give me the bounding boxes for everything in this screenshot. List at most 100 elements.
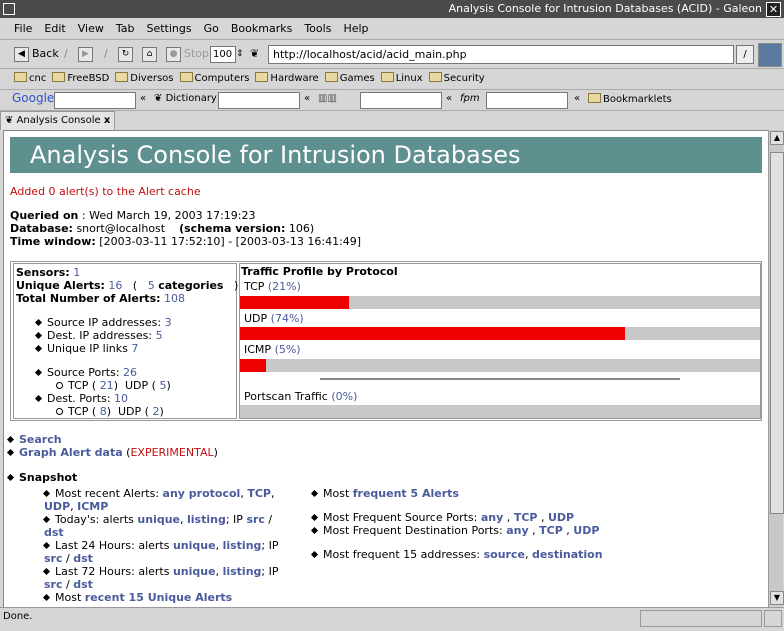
google-search-input[interactable] <box>54 92 136 109</box>
zoom-stepper-icon[interactable]: ⇕ <box>236 46 244 62</box>
tcp-percent-link[interactable]: (21%) <box>268 280 301 293</box>
menu-bookmarks[interactable]: Bookmarks <box>225 19 298 35</box>
forward-button[interactable]: ▶ <box>78 46 96 62</box>
freq-dst-any-link[interactable]: any <box>506 524 528 537</box>
src-ports-link[interactable]: 26 <box>123 366 137 379</box>
portscan-traffic-bar <box>240 405 760 418</box>
search-link[interactable]: Search <box>19 433 62 446</box>
src-ip-link[interactable]: 3 <box>165 316 172 329</box>
src-udp-link[interactable]: 5 <box>159 379 166 392</box>
menu-file[interactable]: File <box>0 19 38 35</box>
freq-src-tcp-link[interactable]: TCP <box>514 511 538 524</box>
freq15-source-link[interactable]: source <box>484 548 525 561</box>
search-input-3[interactable] <box>360 92 442 109</box>
freq-src-any-link[interactable]: any <box>481 511 503 524</box>
menu-help[interactable]: Help <box>337 19 374 35</box>
bullet-icon <box>310 489 319 498</box>
tab-analysis-console[interactable]: ❦ Analysis Console x <box>0 111 116 130</box>
scroll-thumb[interactable] <box>770 152 784 514</box>
bullet-icon <box>42 489 51 498</box>
home-button[interactable]: ⌂ <box>142 46 160 62</box>
chevron-icon[interactable]: « <box>574 93 580 104</box>
recent-tcp-link[interactable]: TCP <box>247 487 271 500</box>
bookmarklets-folder[interactable]: Bookmarklets <box>588 93 672 105</box>
menu-edit[interactable]: Edit <box>38 19 71 35</box>
bookmark-folder[interactable]: Computers <box>179 72 249 84</box>
window-menu-button[interactable] <box>3 3 15 15</box>
portscan-percent-link[interactable]: (0%) <box>331 390 357 403</box>
scroll-down-icon[interactable]: ▼ <box>770 591 784 605</box>
bookmark-folder[interactable]: Linux <box>380 72 423 84</box>
freq-dst-udp-link[interactable]: UDP <box>573 524 599 537</box>
zoom-input[interactable]: 100 <box>210 46 236 63</box>
ip-links-link[interactable]: 7 <box>131 342 138 355</box>
freq-src-udp-link[interactable]: UDP <box>548 511 574 524</box>
frequent5-link[interactable]: frequent 5 Alerts <box>353 487 459 500</box>
bookmark-folder[interactable]: Games <box>324 72 375 84</box>
chevron-icon[interactable]: « <box>446 93 452 104</box>
dst-udp-link[interactable]: 2 <box>152 405 159 418</box>
dst-ports-link[interactable]: 10 <box>114 392 128 405</box>
today-unique-link[interactable]: unique <box>137 513 180 526</box>
recent-udp-link[interactable]: UDP <box>44 500 70 513</box>
recent-icmp-link[interactable]: ICMP <box>77 500 108 513</box>
bullet-icon <box>42 541 51 550</box>
close-icon[interactable]: ✕ <box>766 2 781 17</box>
bookmark-folder[interactable]: Hardware <box>255 72 319 84</box>
icmp-percent-link[interactable]: (5%) <box>275 343 301 356</box>
status-progress-cell <box>640 610 762 627</box>
barcode-icon[interactable]: ▥▥ <box>318 93 337 104</box>
today-dst-link[interactable]: dst <box>44 526 64 539</box>
sensors-link[interactable]: 1 <box>73 266 80 279</box>
bookmark-folder[interactable]: cnc <box>14 72 46 84</box>
last72-dst-link[interactable]: dst <box>73 578 93 591</box>
list-item: Most frequent 15 addresses: source, dest… <box>310 548 603 561</box>
last24-src-link[interactable]: src <box>44 552 63 565</box>
last24-unique-link[interactable]: unique <box>173 539 216 552</box>
scroll-up-icon[interactable]: ▲ <box>770 131 784 145</box>
dst-ip-link[interactable]: 5 <box>156 329 163 342</box>
dictionary-input[interactable] <box>218 92 300 109</box>
back-button[interactable]: ◀ Back <box>14 46 59 62</box>
recent15-unique-link[interactable]: recent 15 Unique Alerts <box>85 591 232 604</box>
menu-tools[interactable]: Tools <box>298 19 337 35</box>
total-alerts-link[interactable]: 108 <box>164 292 185 305</box>
last24-listing-link[interactable]: listing <box>223 539 262 552</box>
bookmark-folder[interactable]: Security <box>428 72 485 84</box>
summary-table: Sensors: 1 Unique Alerts: 16 ( 5 categor… <box>10 261 762 421</box>
go-button[interactable]: / <box>736 45 754 64</box>
last72-listing-link[interactable]: listing <box>223 565 262 578</box>
dictionary-button[interactable]: ❦ Dictionary <box>154 93 217 104</box>
freq15-destination-link[interactable]: destination <box>532 548 603 561</box>
google-logo[interactable]: Google <box>12 91 54 105</box>
dst-tcp-link[interactable]: 8 <box>100 405 107 418</box>
stop-button[interactable]: ● Stop <box>166 46 209 62</box>
menu-view[interactable]: View <box>72 19 110 35</box>
vertical-scrollbar[interactable]: ▲ ▼ <box>768 130 784 606</box>
bookmark-folder[interactable]: FreeBSD <box>52 72 109 84</box>
menu-go[interactable]: Go <box>198 19 225 35</box>
menu-tab[interactable]: Tab <box>110 19 141 35</box>
close-tab-icon[interactable]: x <box>104 115 110 126</box>
freq-dst-tcp-link[interactable]: TCP <box>539 524 563 537</box>
unique-alerts-link[interactable]: 16 <box>108 279 122 292</box>
url-input[interactable]: http://localhost/acid/acid_main.php <box>268 45 734 64</box>
today-src-link[interactable]: src <box>246 513 265 526</box>
menu-settings[interactable]: Settings <box>140 19 197 35</box>
categories-link[interactable]: 5 <box>148 279 155 292</box>
reload-button[interactable]: ↻ <box>118 46 136 62</box>
last24-dst-link[interactable]: dst <box>73 552 93 565</box>
src-tcp-link[interactable]: 21 <box>100 379 114 392</box>
udp-percent-link[interactable]: (74%) <box>271 312 304 325</box>
fpm-search-input[interactable] <box>486 92 568 109</box>
graph-alert-link[interactable]: Graph Alert data <box>19 446 123 459</box>
today-listing-link[interactable]: listing <box>187 513 226 526</box>
recent-any-protocol-link[interactable]: any protocol <box>163 487 241 500</box>
chevron-icon[interactable]: « <box>140 93 146 104</box>
last72-src-link[interactable]: src <box>44 578 63 591</box>
last72-unique-link[interactable]: unique <box>173 565 216 578</box>
bookmark-folder[interactable]: Diversos <box>115 72 174 84</box>
fpm-logo[interactable]: fpm <box>460 93 480 104</box>
snapshot-left-column: Most recent Alerts: any protocol, TCP, UD… <box>42 487 284 604</box>
chevron-icon[interactable]: « <box>304 93 310 104</box>
